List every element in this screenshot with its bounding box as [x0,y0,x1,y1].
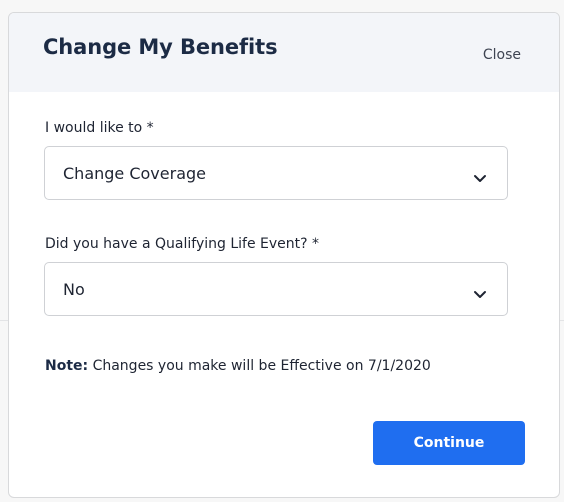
life-event-select-value: No [63,280,85,299]
action-select[interactable]: Change Coverage [44,146,508,200]
life-event-select[interactable]: No [44,262,508,316]
modal-title: Change My Benefits [43,35,278,59]
modal-header: Change My Benefits Close [9,13,559,92]
note-prefix: Note: [45,358,89,374]
effective-date-note: Note: Changes you make will be Effective… [45,358,431,374]
close-button[interactable]: Close [483,47,521,63]
chevron-down-icon [473,285,487,298]
continue-button[interactable]: Continue [373,421,525,465]
note-text: Changes you make will be Effective on 7/… [88,358,431,374]
action-field-label: I would like to * [45,120,154,136]
life-event-field-label: Did you have a Qualifying Life Event? * [45,236,319,252]
action-select-value: Change Coverage [63,164,206,183]
chevron-down-icon [473,169,487,182]
change-benefits-modal: Change My Benefits Close I would like to… [8,12,560,498]
